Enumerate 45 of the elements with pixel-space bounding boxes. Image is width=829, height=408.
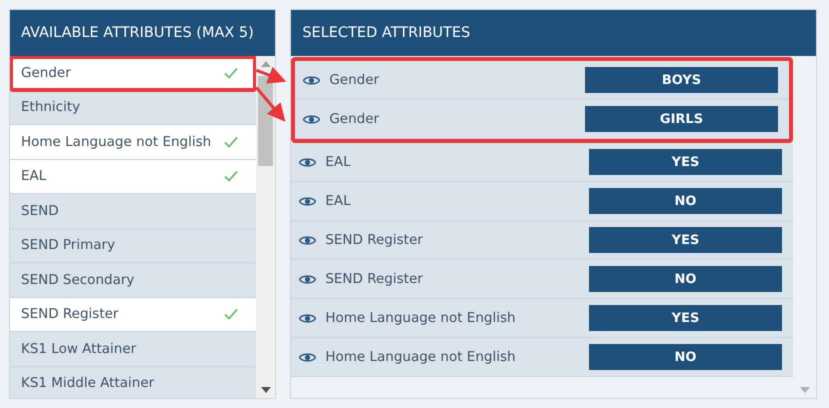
attribute-item[interactable]: SEND Secondary [10,263,256,298]
attribute-item[interactable]: SEND [10,194,256,228]
attribute-name: Gender [329,111,380,127]
attribute-item[interactable]: KS1 Low Attainer [10,332,256,366]
eye-icon[interactable] [299,352,316,362]
panel-header: AVAILABLE ATTRIBUTES (MAX 5) [10,10,276,56]
attribute-item[interactable]: SEND Primary [10,228,256,263]
attribute-name: EAL [325,193,352,209]
attribute-name: SEND Register [325,271,424,287]
value-button[interactable]: NO [589,266,782,292]
value-button[interactable]: NO [589,188,782,214]
scrollbar[interactable] [256,56,276,398]
check-icon [224,136,238,148]
arrow [255,86,286,122]
check-icon [224,308,238,320]
attribute-item[interactable]: Ethnicity [10,90,256,125]
attribute-item[interactable]: Home Language not English [10,125,256,160]
arrow [256,66,286,84]
value-button[interactable]: GIRLS [585,106,778,132]
check-icon [224,170,238,182]
value-button[interactable]: YES [589,227,782,253]
eye-icon[interactable] [299,234,316,246]
eye-icon[interactable] [303,74,320,86]
eye-icon[interactable] [299,312,316,324]
attribute-name: Home Language not English [325,310,517,326]
scroll-thumb[interactable] [258,76,274,166]
value-button[interactable]: YES [589,149,782,175]
value-button[interactable]: NO [589,344,782,370]
check-icon [224,66,238,79]
eye-icon[interactable] [303,114,320,124]
eye-icon[interactable] [299,156,316,168]
attribute-item[interactable]: EAL [10,160,256,194]
value-button[interactable]: YES [589,305,782,331]
eye-icon[interactable] [299,196,316,206]
value-button[interactable]: BOYS [585,67,778,93]
attribute-item[interactable]: Gender [10,56,256,90]
attribute-name: Home Language not English [325,349,517,365]
scroll-down-icon[interactable] [260,387,271,393]
attribute-name: SEND Register [325,232,424,248]
eye-icon[interactable] [299,274,316,284]
attribute-item[interactable]: KS1 Middle Attainer [10,366,256,398]
attribute-name: Gender [329,72,380,88]
attribute-name: EAL [325,154,352,170]
panel-header: SELECTED ATTRIBUTES [291,10,816,56]
attribute-item[interactable]: SEND Register [10,298,256,332]
